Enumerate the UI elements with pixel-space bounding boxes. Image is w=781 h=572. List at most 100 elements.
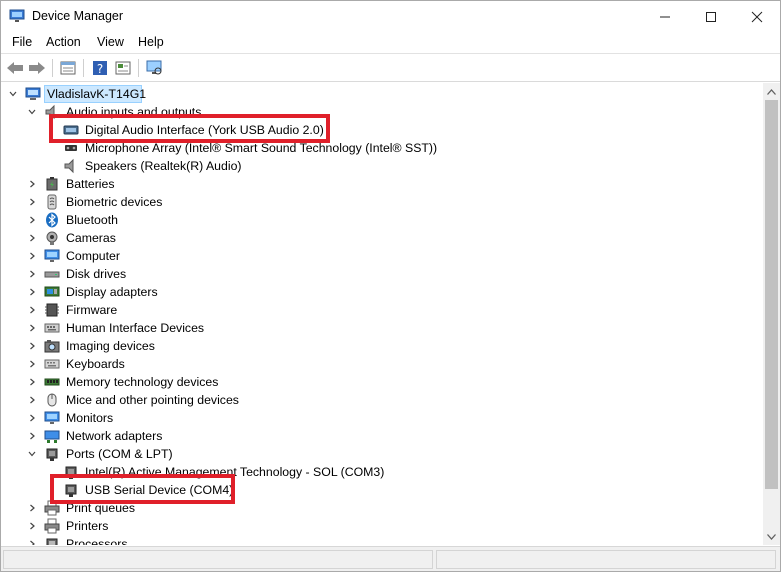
back-button[interactable] <box>5 59 25 77</box>
tree-category-row[interactable]: Cameras <box>2 229 763 247</box>
tree-category-row[interactable]: Processors <box>2 535 763 545</box>
biometric-icon <box>44 194 60 210</box>
forward-button[interactable] <box>27 59 47 77</box>
tree-category-row[interactable]: Memory technology devices <box>2 373 763 391</box>
toolbar-separator <box>138 59 139 77</box>
device-manager-window: Device Manager File Action View Help ? V… <box>0 0 781 572</box>
tree-category-row[interactable]: Batteries <box>2 175 763 193</box>
scroll-down-arrow-icon <box>767 533 776 540</box>
expand-chevron-icon[interactable] <box>26 394 38 406</box>
window-title: Device Manager <box>32 9 124 23</box>
collapse-chevron-icon[interactable] <box>26 448 38 460</box>
menu-file[interactable]: File <box>10 35 34 49</box>
tree-category-row[interactable]: Mice and other pointing devices <box>2 391 763 409</box>
expand-chevron-icon[interactable] <box>26 196 38 208</box>
expand-chevron-icon[interactable] <box>26 304 38 316</box>
menu-action[interactable]: Action <box>44 35 83 49</box>
back-icon <box>7 62 23 74</box>
expand-chevron-icon[interactable] <box>26 322 38 334</box>
toolbar-separator <box>83 59 84 77</box>
tree-root[interactable]: VladislavK-T14G1 <box>2 85 763 103</box>
expand-chevron-icon[interactable] <box>26 286 38 298</box>
expand-chevron-icon[interactable] <box>26 250 38 262</box>
tree-category-row[interactable]: Bluetooth <box>2 211 763 229</box>
tree-item-label: Printers <box>66 519 109 533</box>
scan-hardware-icon <box>146 60 162 75</box>
status-segment <box>3 550 433 569</box>
firmware-icon <box>44 302 60 318</box>
scroll-up-arrow-icon <box>767 88 776 95</box>
root-label: VladislavK-T14G1 <box>47 87 147 101</box>
tree-item-label: Processors <box>66 537 128 545</box>
tree-category-row[interactable]: Imaging devices <box>2 337 763 355</box>
menu-help[interactable]: Help <box>136 35 166 49</box>
expand-chevron-icon[interactable] <box>26 520 38 532</box>
expand-chevron-icon[interactable] <box>26 430 38 442</box>
svg-text:?: ? <box>97 62 103 76</box>
scroll-down-button[interactable] <box>763 528 780 545</box>
tree-category-row[interactable]: Human Interface Devices <box>2 319 763 337</box>
expand-chevron-icon[interactable] <box>26 502 38 514</box>
mouse-icon <box>44 392 60 408</box>
device-tree[interactable]: VladislavK-T14G1 Audio inputs and output… <box>2 83 763 545</box>
tree-item-label: Ports (COM & LPT) <box>66 447 173 461</box>
scroll-up-button[interactable] <box>763 83 780 100</box>
expand-chevron-icon[interactable] <box>26 538 38 545</box>
expand-chevron-icon[interactable] <box>26 268 38 280</box>
help-button[interactable]: ? <box>90 59 110 77</box>
title-bar[interactable]: Device Manager <box>1 1 780 32</box>
tree-item-label: Disk drives <box>66 267 127 281</box>
monitor-icon <box>44 410 60 426</box>
tree-item-label: Imaging devices <box>66 339 155 353</box>
tree-item-label: Computer <box>66 249 120 263</box>
vertical-scrollbar[interactable] <box>763 83 780 545</box>
tree-item-label: Speakers (Realtek(R) Audio) <box>85 159 242 173</box>
tree-item-label: Monitors <box>66 411 114 425</box>
tree-category-row[interactable]: Monitors <box>2 409 763 427</box>
printer-icon <box>44 518 60 534</box>
close-button[interactable] <box>734 1 780 32</box>
expand-chevron-icon[interactable] <box>26 214 38 226</box>
keyboard-icon <box>44 356 60 372</box>
tree-category-row[interactable]: Printers <box>2 517 763 535</box>
properties-button[interactable] <box>58 59 78 77</box>
minimize-button[interactable] <box>642 1 688 32</box>
expand-chevron-icon[interactable] <box>26 178 38 190</box>
forward-icon <box>29 62 45 74</box>
maximize-button[interactable] <box>688 1 734 32</box>
update-driver-button[interactable] <box>113 59 133 77</box>
tree-item-label: Display adapters <box>66 285 158 299</box>
tree-category-row[interactable]: Firmware <box>2 301 763 319</box>
tree-category-row[interactable]: Display adapters <box>2 283 763 301</box>
help-icon: ? <box>93 61 107 76</box>
close-icon <box>751 11 763 22</box>
imaging-icon <box>44 338 60 354</box>
tree-category-row[interactable]: Biometric devices <box>2 193 763 211</box>
expand-chevron-icon[interactable] <box>26 412 38 424</box>
collapse-chevron-icon[interactable] <box>26 106 38 118</box>
expand-chevron-icon[interactable] <box>26 358 38 370</box>
tree-item-label: Human Interface Devices <box>66 321 205 335</box>
display-adapter-icon <box>44 284 60 300</box>
tree-device-row[interactable]: Speakers (Realtek(R) Audio) <box>2 157 763 175</box>
memory-icon <box>44 374 60 390</box>
port-icon <box>44 446 60 462</box>
menu-view[interactable]: View <box>95 35 126 49</box>
tree-item-label: Mice and other pointing devices <box>66 393 239 407</box>
scan-hardware-button[interactable] <box>144 59 164 77</box>
tree-category-row[interactable]: Network adapters <box>2 427 763 445</box>
properties-icon <box>60 61 76 75</box>
scrollbar-thumb[interactable] <box>765 100 778 489</box>
tree-category-row[interactable]: Disk drives <box>2 265 763 283</box>
collapse-chevron-icon[interactable] <box>7 88 19 100</box>
expand-chevron-icon[interactable] <box>26 340 38 352</box>
tree-category-row[interactable]: Keyboards <box>2 355 763 373</box>
toolbar: ? <box>1 55 780 82</box>
tree-category-row[interactable]: Computer <box>2 247 763 265</box>
camera-icon <box>44 230 60 246</box>
tree-category-row[interactable]: Ports (COM & LPT) <box>2 445 763 463</box>
expand-chevron-icon[interactable] <box>26 232 38 244</box>
expand-chevron-icon[interactable] <box>26 376 38 388</box>
annotation-highlight-usb-serial <box>50 474 235 504</box>
menu-bar: File Action View Help <box>1 32 780 54</box>
